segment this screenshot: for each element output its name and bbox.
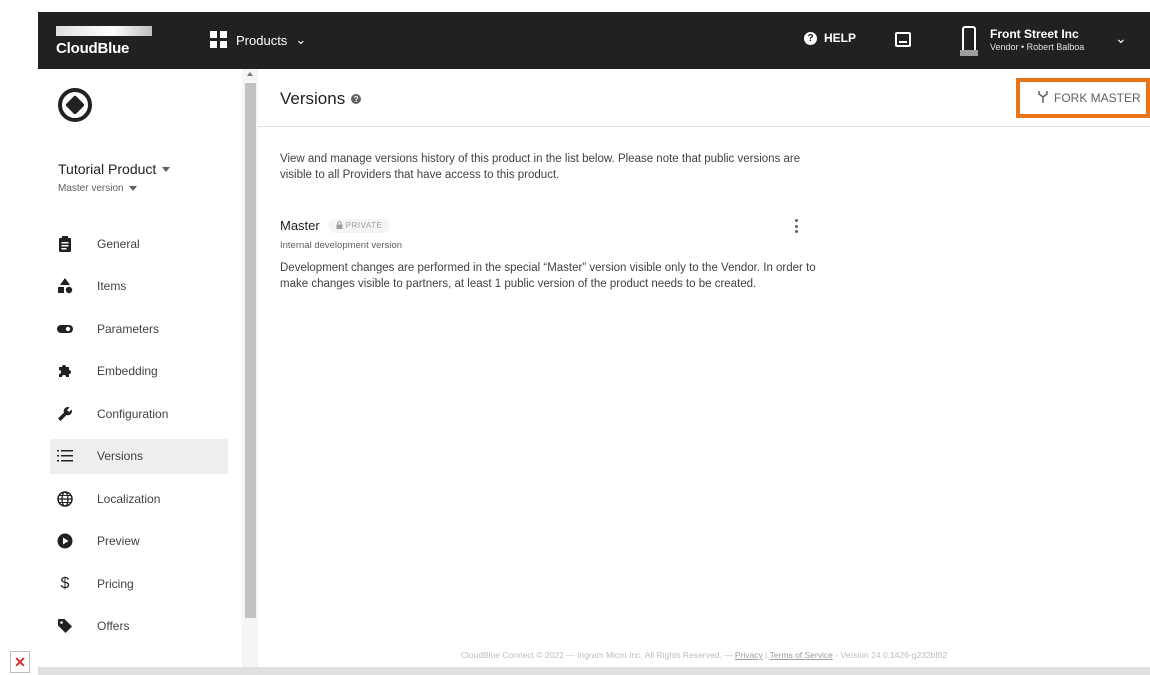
terms-link[interactable]: Terms of Service bbox=[770, 650, 833, 660]
version-name: Master bbox=[280, 218, 320, 233]
intro-text: View and manage versions history of this… bbox=[280, 153, 801, 181]
version-header: Master PRIVATE bbox=[280, 218, 391, 233]
account-name: Front Street Inc bbox=[990, 27, 1079, 41]
toggle-icon bbox=[57, 321, 73, 337]
wrench-icon bbox=[57, 406, 73, 422]
fork-icon bbox=[1038, 90, 1048, 106]
version-description: Development changes are performed in the… bbox=[280, 262, 816, 290]
globe-icon bbox=[57, 490, 73, 507]
chevron-down-icon: ⌄ bbox=[295, 32, 307, 47]
help-label: HELP bbox=[824, 31, 857, 45]
sidebar-item-offers[interactable]: Offers bbox=[50, 609, 228, 644]
scrollbar-thumb[interactable] bbox=[245, 83, 256, 618]
grid-icon bbox=[210, 31, 228, 49]
more-options-icon[interactable] bbox=[793, 219, 799, 233]
footer-copyright: CloudBlue Connect © 2022 — Ingram Micro … bbox=[460, 650, 735, 660]
account-role: Vendor • Robert Balboa bbox=[990, 42, 1085, 52]
sidebar-item-label: Pricing bbox=[97, 576, 134, 591]
sidebar-item-label: Items bbox=[97, 279, 127, 293]
sidebar-item-label: Configuration bbox=[97, 406, 169, 421]
fork-master-button[interactable]: FORK MASTER bbox=[1016, 78, 1150, 118]
sidebar-item-label: General bbox=[97, 236, 140, 251]
products-label: Products bbox=[236, 32, 288, 48]
sidebar-item-versions[interactable]: Versions bbox=[50, 438, 228, 474]
sidebar-item-preview[interactable]: Preview bbox=[50, 524, 228, 559]
caret-down-icon bbox=[128, 186, 137, 191]
account-menu[interactable]: Front Street Inc Vendor • Robert Balboa bbox=[990, 27, 1084, 52]
version-subtitle: Internal development version bbox=[280, 240, 402, 251]
sidebar: Tutorial Product Master version General … bbox=[38, 69, 242, 667]
version-selector-label: Master version bbox=[58, 183, 124, 194]
cloudblue-logo[interactable]: CloudBlue bbox=[56, 26, 152, 57]
horizontal-scrollbar[interactable] bbox=[38, 667, 1150, 675]
footer: CloudBlue Connect © 2022 — Ingram Micro … bbox=[258, 650, 1150, 660]
sidebar-item-localization[interactable]: Localization bbox=[50, 481, 228, 516]
sidebar-item-label: Embedding bbox=[97, 364, 158, 378]
product-logo bbox=[58, 88, 92, 122]
sidebar-nav: General Items Parameters Embedding Confi… bbox=[50, 226, 228, 651]
logo-bar bbox=[56, 26, 152, 36]
help-button[interactable]: ? HELP bbox=[804, 31, 856, 45]
product-title-selector[interactable]: Tutorial Product bbox=[58, 161, 171, 177]
inbox-icon[interactable] bbox=[895, 32, 911, 47]
help-icon: ? bbox=[804, 31, 817, 45]
private-badge: PRIVATE bbox=[327, 218, 391, 233]
badge-label: PRIVATE bbox=[345, 221, 383, 230]
sidebar-item-pricing[interactable]: $ Pricing bbox=[50, 566, 228, 601]
fork-master-label: FORK MASTER bbox=[1054, 91, 1141, 105]
sidebar-item-label: Localization bbox=[97, 491, 161, 506]
dollar-icon: $ bbox=[60, 574, 70, 592]
account-building-icon bbox=[960, 26, 978, 56]
chevron-down-icon[interactable]: ⌄ bbox=[1115, 30, 1127, 47]
sidebar-item-embedding[interactable]: Embedding bbox=[50, 354, 228, 389]
scroll-up-arrow-icon[interactable] bbox=[247, 72, 253, 76]
play-icon bbox=[57, 533, 73, 549]
sidebar-item-general[interactable]: General bbox=[50, 226, 228, 261]
shapes-icon bbox=[57, 278, 73, 294]
puzzle-icon bbox=[57, 363, 73, 379]
help-icon[interactable]: ? bbox=[351, 94, 362, 104]
broken-image-icon: ✕ bbox=[10, 651, 30, 673]
page-title: Versions ? bbox=[280, 89, 362, 109]
footer-version: - Version 24.0.1426-g232bf62 bbox=[832, 650, 948, 660]
logo-text: CloudBlue bbox=[56, 40, 130, 57]
sidebar-item-parameters[interactable]: Parameters bbox=[50, 311, 228, 346]
footer-separator: | bbox=[762, 650, 770, 660]
sidebar-item-items[interactable]: Items bbox=[50, 269, 228, 304]
privacy-link[interactable]: Privacy bbox=[735, 650, 763, 660]
tag-icon bbox=[57, 618, 73, 634]
page-title-text: Versions bbox=[280, 89, 346, 108]
top-navigation-bar: CloudBlue Products ⌄ ? HELP Front Street… bbox=[38, 12, 1150, 69]
sidebar-item-configuration[interactable]: Configuration bbox=[50, 396, 228, 431]
sidebar-item-label: Parameters bbox=[97, 321, 160, 336]
list-icon bbox=[57, 448, 73, 464]
sidebar-item-label: Preview bbox=[97, 534, 140, 548]
lock-icon bbox=[336, 220, 343, 231]
sidebar-item-label: Versions bbox=[97, 449, 144, 463]
page-header: Versions ? FORK MASTER bbox=[258, 69, 1150, 127]
sidebar-scrollbar[interactable] bbox=[242, 69, 258, 667]
product-title: Tutorial Product bbox=[58, 161, 157, 177]
caret-down-icon bbox=[162, 166, 171, 172]
products-menu[interactable]: Products ⌄ bbox=[210, 28, 306, 52]
version-selector[interactable]: Master version bbox=[58, 183, 137, 194]
sidebar-item-label: Offers bbox=[97, 619, 130, 633]
clipboard-icon bbox=[57, 235, 73, 252]
